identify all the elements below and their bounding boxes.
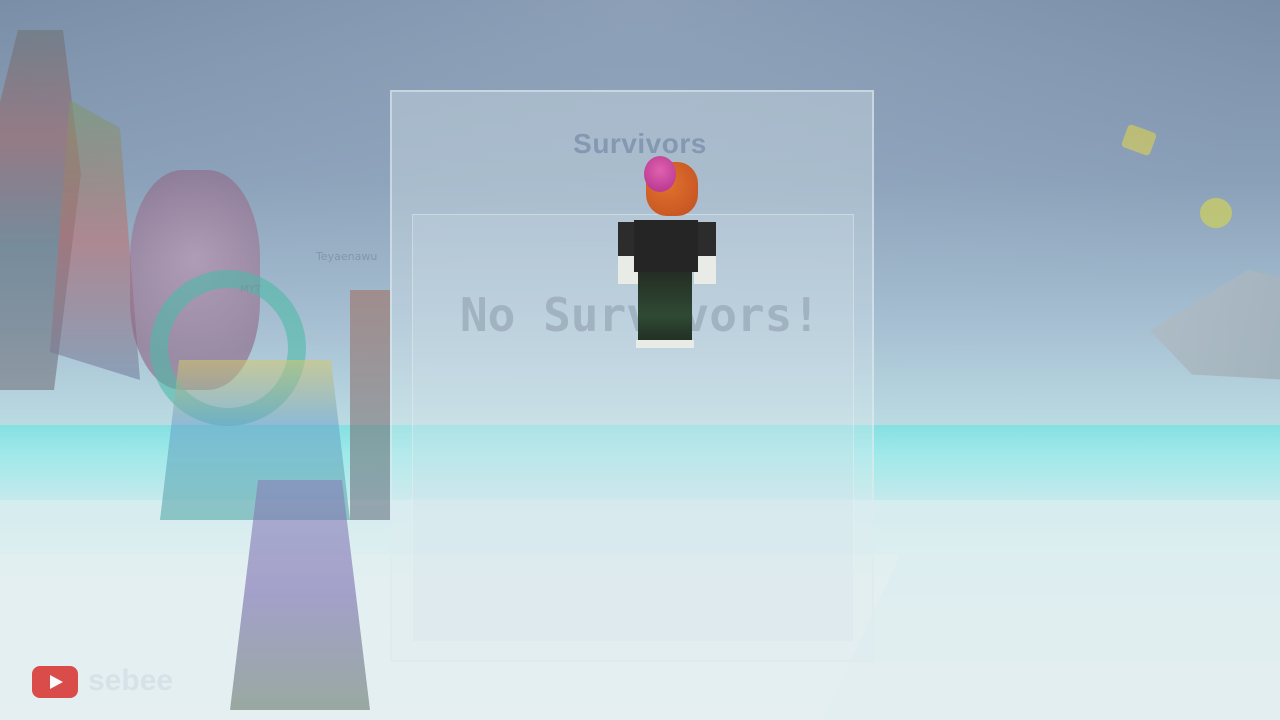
avatar-hair-bun [644, 156, 676, 192]
local-avatar [614, 156, 724, 356]
channel-name: sebee [88, 664, 174, 697]
game-scene: Teyaenawu MYT Survivors No Survivors! se… [0, 0, 1280, 720]
avatar-legs [638, 270, 692, 346]
floating-orb [1200, 198, 1232, 228]
avatar-torso [634, 220, 698, 272]
youtube-icon [32, 666, 78, 698]
avatar-shoes [636, 340, 694, 348]
player-nametag: Teyaenawu [316, 250, 378, 263]
channel-watermark: sebee [32, 664, 232, 700]
